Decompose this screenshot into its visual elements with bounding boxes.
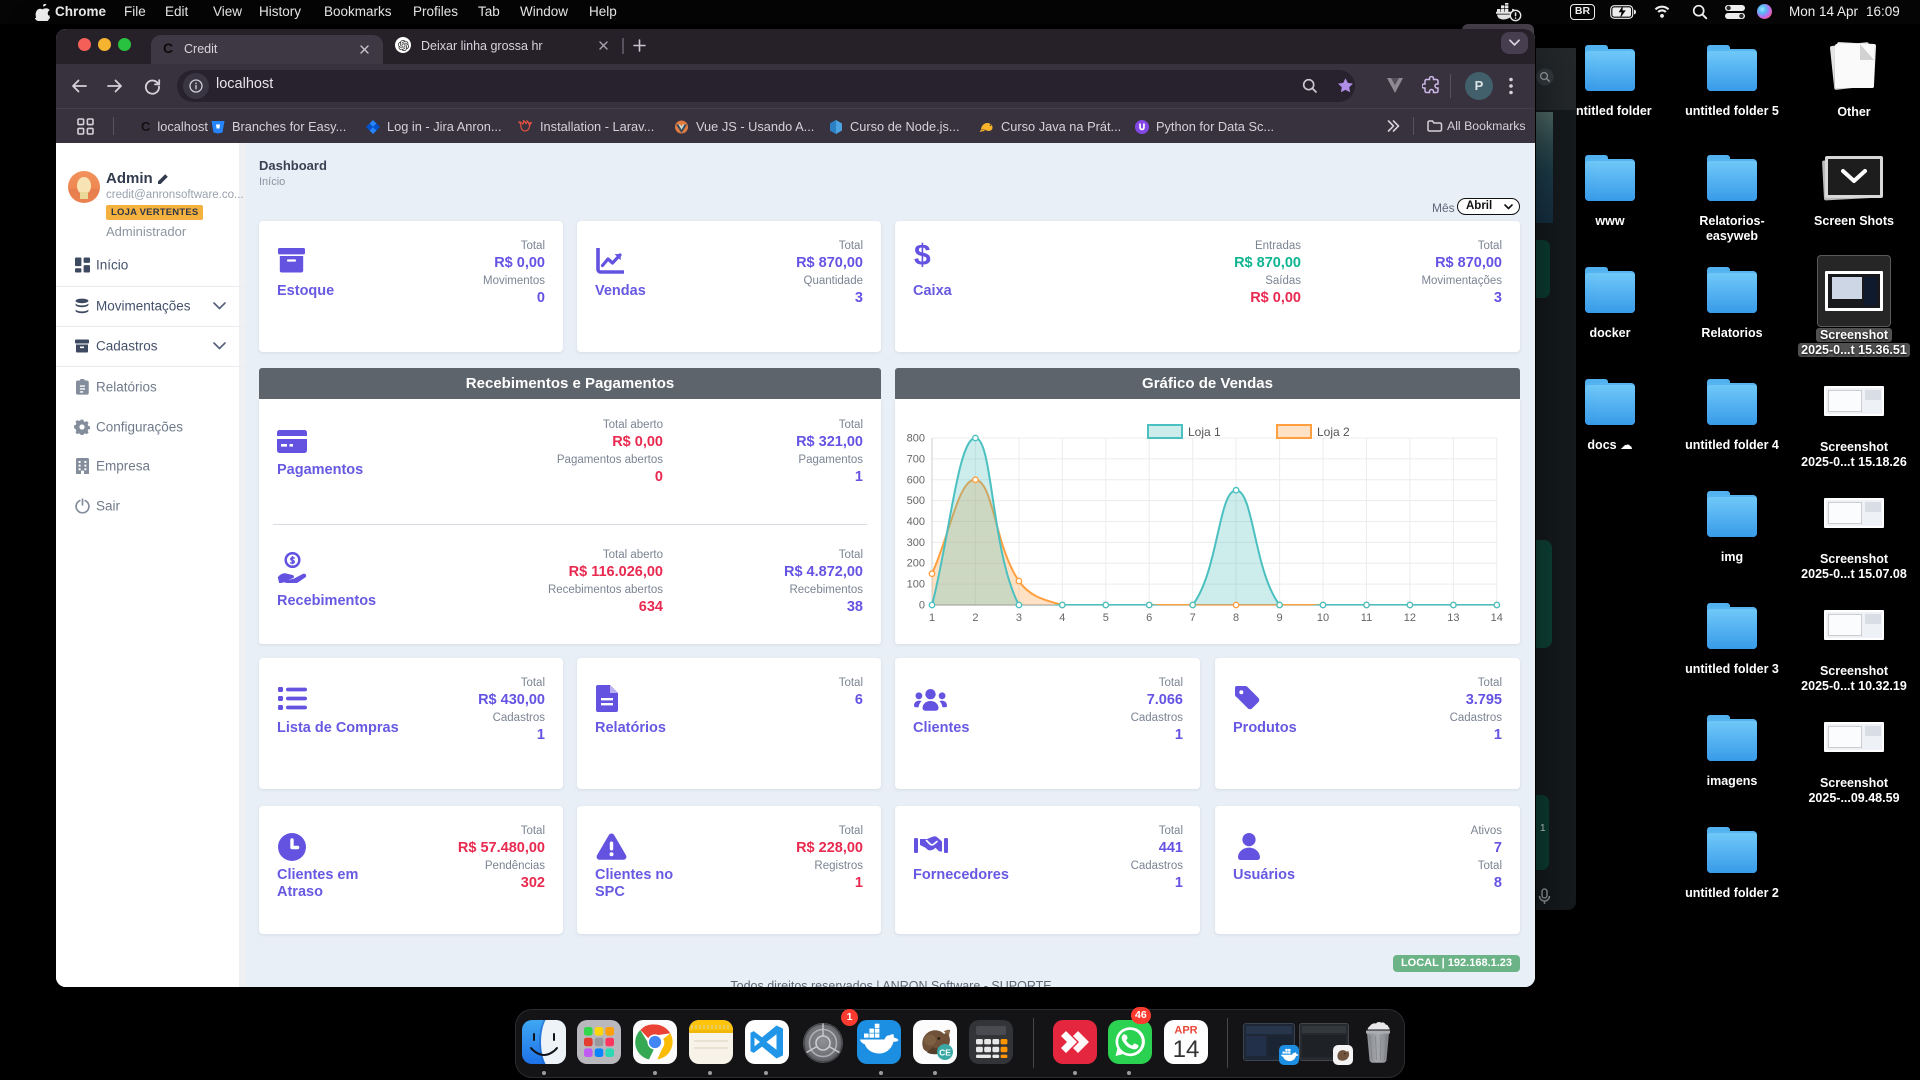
svg-text:12: 12 xyxy=(1404,612,1416,624)
svg-text:8: 8 xyxy=(1233,612,1239,624)
svg-text:9: 9 xyxy=(1277,612,1283,624)
svg-text:1: 1 xyxy=(929,612,935,624)
svg-text:14: 14 xyxy=(1173,1036,1200,1063)
svg-text:14: 14 xyxy=(1491,612,1503,624)
svg-text:700: 700 xyxy=(907,453,925,465)
svg-text:600: 600 xyxy=(907,474,925,486)
svg-text:200: 200 xyxy=(907,558,925,570)
svg-text:6: 6 xyxy=(1146,612,1152,624)
svg-text:11: 11 xyxy=(1361,612,1372,624)
svg-text:Loja 2: Loja 2 xyxy=(1317,425,1350,439)
svg-text:2: 2 xyxy=(972,612,978,624)
svg-text:300: 300 xyxy=(907,537,925,549)
svg-text:CE: CE xyxy=(939,1048,951,1058)
svg-text:7: 7 xyxy=(1190,612,1196,624)
svg-text:4: 4 xyxy=(1059,612,1065,624)
svg-text:500: 500 xyxy=(907,495,925,507)
svg-text:400: 400 xyxy=(907,516,925,528)
svg-text:5: 5 xyxy=(1103,612,1109,624)
svg-text:APR: APR xyxy=(1174,1025,1197,1037)
svg-text:100: 100 xyxy=(907,579,925,591)
svg-text:13: 13 xyxy=(1447,612,1459,624)
svg-text:10: 10 xyxy=(1317,612,1329,624)
svg-text:Loja 1: Loja 1 xyxy=(1188,425,1221,439)
svg-text:3: 3 xyxy=(1016,612,1022,624)
svg-text:0: 0 xyxy=(919,600,925,612)
svg-text:800: 800 xyxy=(907,433,925,445)
